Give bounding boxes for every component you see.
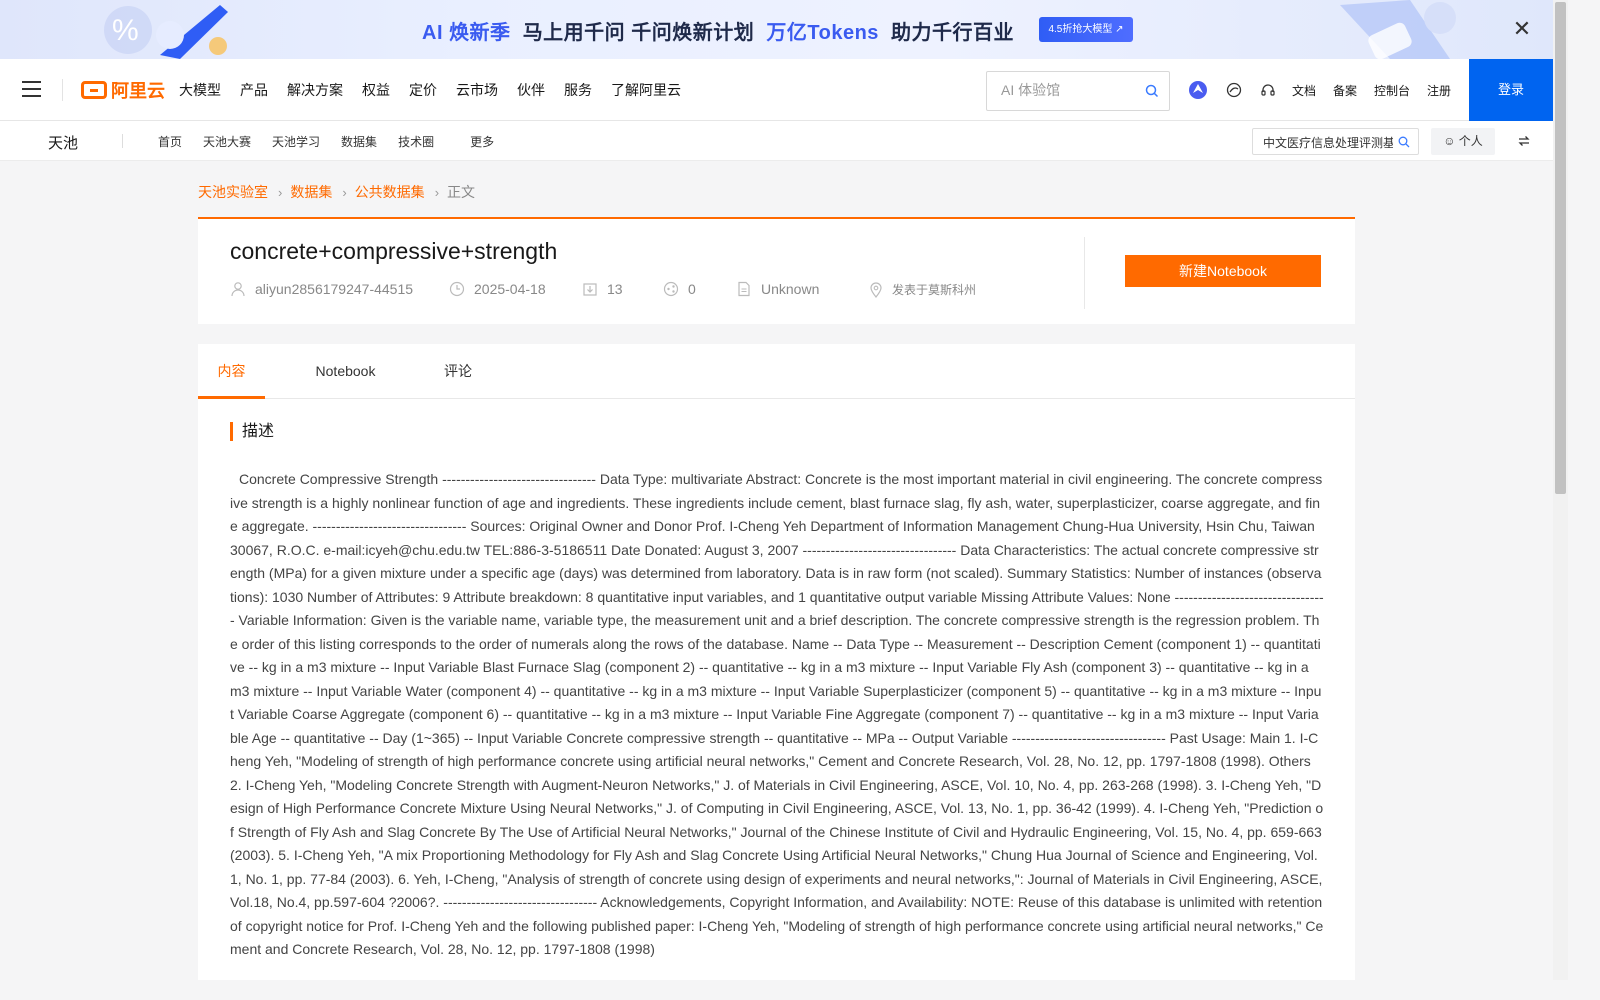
meta-author[interactable]: aliyun2856179247-44515 <box>230 281 413 297</box>
page-scrollbar[interactable] <box>1553 0 1568 980</box>
meta-shares: 0 <box>663 281 696 297</box>
download-icon <box>583 283 597 296</box>
nav-item-pricing[interactable]: 定价 <box>409 80 437 100</box>
chevron-right-icon: › <box>342 184 347 200</box>
breadcrumb-current: 正文 <box>447 184 476 200</box>
search-icon[interactable] <box>1145 84 1159 98</box>
chevron-right-icon: › <box>278 184 283 200</box>
search-icon[interactable] <box>1398 136 1410 148</box>
ai-icon[interactable] <box>1224 80 1244 100</box>
promo-tail: 助力千行百业 <box>891 22 1015 44</box>
meta-date: 2025-04-18 <box>449 281 546 297</box>
subnav-search[interactable] <box>1252 128 1419 155</box>
subnav-item-more[interactable]: 更多 <box>470 133 494 150</box>
share-icon <box>663 281 679 297</box>
link-register[interactable]: 注册 <box>1427 82 1451 99</box>
login-button[interactable]: 登录 <box>1469 59 1553 121</box>
promo-cta-button[interactable]: 4.5折抢大模型 ↗ <box>1039 17 1133 42</box>
promo-decoration-right <box>1340 0 1456 59</box>
subnav-links: 首页 天池大赛 天池学习 数据集 技术圈 更多 <box>158 121 515 161</box>
clock-icon <box>449 281 465 297</box>
subnav-item-home[interactable]: 首页 <box>158 133 182 150</box>
content-tabs: 内容 Notebook 评论 <box>198 344 1355 399</box>
link-icp[interactable]: 备案 <box>1333 82 1357 99</box>
dataset-title: concrete+compressive+strength <box>230 238 558 264</box>
nav-item-about[interactable]: 了解阿里云 <box>611 80 681 100</box>
menu-icon[interactable] <box>22 81 41 98</box>
subnav-item-datasets[interactable]: 数据集 <box>341 133 377 150</box>
personal-label: 个人 <box>1458 134 1483 148</box>
publish-date: 2025-04-18 <box>474 281 546 297</box>
svg-text:%: % <box>112 14 139 47</box>
close-icon[interactable]: ✕ <box>1511 18 1533 40</box>
promo-decoration-left: % <box>104 5 228 59</box>
share-count: 0 <box>688 281 696 297</box>
header-search-input[interactable] <box>1001 82 1141 98</box>
new-notebook-button[interactable]: 新建Notebook <box>1125 255 1321 287</box>
subnav-item-competitions[interactable]: 天池大赛 <box>203 133 251 150</box>
nav-item-models[interactable]: 大模型 <box>179 80 221 100</box>
nav-item-benefits[interactable]: 权益 <box>362 80 390 100</box>
dataset-header-card: concrete+compressive+strength aliyun2856… <box>198 217 1355 324</box>
dataset-description: Concrete Compressive Strength ----------… <box>230 471 1324 957</box>
author-name: aliyun2856179247-44515 <box>255 281 414 297</box>
promo-tokens: 万亿Tokens <box>766 22 879 44</box>
tianchi-subnav: 天池 首页 天池大赛 天池学习 数据集 技术圈 更多 ☺ 个人 <box>0 121 1553 161</box>
header-search[interactable] <box>986 71 1170 111</box>
location-icon <box>870 281 882 298</box>
meta-location: 发表于莫斯科州 <box>869 281 976 298</box>
meta-license: Unknown <box>736 281 819 297</box>
divider <box>122 134 123 148</box>
promo-banner[interactable]: % AI 焕新季 马上用千问 千问焕新计划 万亿Tokens 助力千行百业 4.… <box>0 0 1553 59</box>
nav-item-partners[interactable]: 伙伴 <box>517 80 545 100</box>
personal-button[interactable]: ☺ 个人 <box>1431 128 1495 155</box>
logo-text: 阿里云 <box>111 81 165 101</box>
nav-item-services[interactable]: 服务 <box>564 80 592 100</box>
subnav-item-tech-circle[interactable]: 技术圈 <box>398 133 434 150</box>
promo-text[interactable]: AI 焕新季 马上用千问 千问焕新计划 万亿Tokens 助力千行百业 <box>422 16 1014 45</box>
scrollbar-thumb[interactable] <box>1555 2 1566 494</box>
header-right: 文档 备案 控制台 注册 <box>1188 59 1468 121</box>
nav-item-solutions[interactable]: 解决方案 <box>287 80 343 100</box>
file-icon <box>738 281 750 297</box>
user-icon: ☺ <box>1443 134 1456 148</box>
switch-icon[interactable] <box>1517 134 1531 148</box>
aliyun-logo[interactable]: 阿里云 <box>81 78 165 102</box>
promo-ai-prefix: AI <box>422 22 443 44</box>
subnav-item-learning[interactable]: 天池学习 <box>272 133 320 150</box>
tab-comments[interactable]: 评论 <box>438 344 478 399</box>
section-title: 描述 <box>230 422 274 441</box>
license-value: Unknown <box>761 281 820 297</box>
headset-icon[interactable] <box>1258 80 1278 100</box>
divider <box>1084 237 1085 309</box>
subnav-brand[interactable]: 天池 <box>48 132 78 153</box>
download-count: 13 <box>607 281 623 297</box>
logo-mark-icon <box>81 81 107 99</box>
assistant-icon[interactable] <box>1188 80 1208 100</box>
user-icon <box>231 282 245 297</box>
promo-headline: 马上用千问 千问焕新计划 <box>522 22 755 44</box>
promo-season: 焕新季 <box>449 22 511 44</box>
dataset-content-card: 内容 Notebook 评论 描述 Concrete Compressive S… <box>198 344 1355 980</box>
main-navbar: 阿里云 大模型 产品 解决方案 权益 定价 云市场 伙伴 服务 了解阿里云 文档… <box>0 59 1553 121</box>
meta-downloads: 13 <box>582 281 623 297</box>
breadcrumb-datasets[interactable]: 数据集 <box>290 182 332 202</box>
nav-item-products[interactable]: 产品 <box>240 80 268 100</box>
breadcrumb: 天池实验室 › 数据集 › 公共数据集 › 正文 <box>198 182 475 202</box>
breadcrumb-lab[interactable]: 天池实验室 <box>198 182 268 202</box>
tab-notebook[interactable]: Notebook <box>308 344 383 399</box>
location-text: 发表于莫斯科州 <box>892 283 977 297</box>
breadcrumb-public-datasets[interactable]: 公共数据集 <box>355 182 425 202</box>
subnav-search-input[interactable] <box>1263 135 1393 149</box>
nav-item-marketplace[interactable]: 云市场 <box>456 80 498 100</box>
link-docs[interactable]: 文档 <box>1292 82 1316 99</box>
chevron-right-icon: › <box>434 184 440 200</box>
divider <box>62 79 63 101</box>
link-console[interactable]: 控制台 <box>1374 82 1410 99</box>
primary-nav: 大模型 产品 解决方案 权益 定价 云市场 伙伴 服务 了解阿里云 <box>179 59 700 121</box>
tab-content[interactable]: 内容 <box>198 344 265 399</box>
